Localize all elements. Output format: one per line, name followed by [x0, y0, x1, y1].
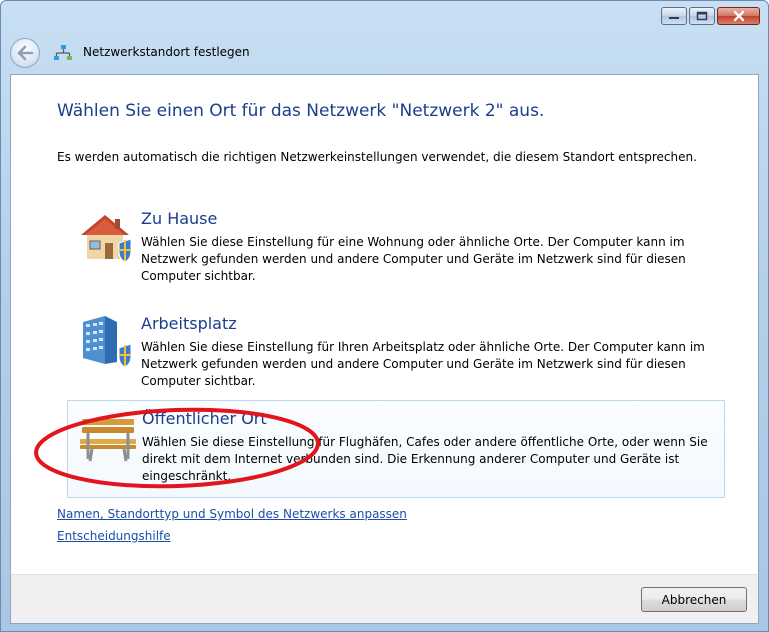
option-home[interactable]: Zu Hause Wählen Sie diese Einstellung fü… — [67, 201, 725, 299]
dialog-footer: Abbrechen — [10, 574, 759, 624]
office-building-icon — [83, 316, 132, 368]
close-icon — [733, 10, 744, 22]
option-work-title: Arbeitsplatz — [141, 314, 237, 333]
house-icon — [81, 215, 132, 263]
option-public-description: Wählen Sie diese Einstellung für Flughäf… — [142, 435, 708, 483]
decision-help-link[interactable]: Entscheidungshilfe — [57, 529, 171, 543]
page-heading: Wählen Sie einen Ort für das Netzwerk "N… — [57, 101, 545, 121]
minimize-icon — [669, 17, 679, 19]
intro-text: Es werden automatisch die richtigen Netz… — [57, 150, 697, 164]
maximize-button[interactable] — [689, 7, 715, 25]
close-button[interactable] — [717, 7, 760, 25]
content-area: Wählen Sie einen Ort für das Netzwerk "N… — [10, 74, 759, 574]
customize-network-link[interactable]: Namen, Standorttyp und Symbol des Netzwe… — [57, 507, 407, 521]
option-public[interactable]: Öffentlicher Ort Wählen Sie diese Einste… — [67, 400, 725, 498]
back-arrow-icon — [17, 45, 34, 61]
park-bench-icon — [80, 419, 136, 462]
option-work-description: Wählen Sie diese Einstellung für Ihren A… — [141, 340, 705, 388]
maximize-icon — [696, 11, 708, 21]
caption-buttons — [661, 7, 760, 25]
option-work[interactable]: Arbeitsplatz Wählen Sie diese Einstellun… — [67, 306, 725, 404]
cancel-button[interactable]: Abbrechen — [641, 587, 747, 612]
dialog-window: Netzwerkstandort festlegen Wählen Sie ei… — [0, 0, 769, 632]
option-public-title: Öffentlicher Ort — [142, 409, 267, 428]
option-home-title: Zu Hause — [141, 209, 218, 228]
minimize-button[interactable] — [661, 7, 687, 25]
window-title: Netzwerkstandort festlegen — [83, 45, 250, 59]
network-icon — [54, 45, 72, 60]
option-home-description: Wählen Sie diese Einstellung für eine Wo… — [141, 235, 686, 283]
back-button[interactable] — [10, 38, 40, 68]
